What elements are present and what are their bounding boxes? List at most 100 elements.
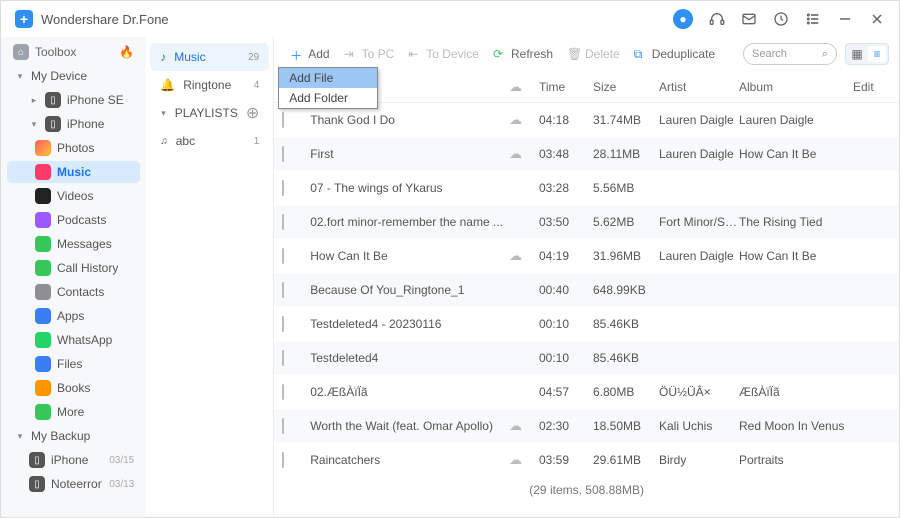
table-row[interactable]: Raincatchers☁03:5929.61MBBirdyPortraits <box>274 443 899 477</box>
table-row[interactable]: Testdeleted4 - 2023011600:1085.46KB <box>274 307 899 341</box>
category-label: Music <box>57 165 91 179</box>
sidebar-item-podcasts[interactable]: Podcasts <box>7 209 140 231</box>
toolbar: ＋ Add ⇥ To PC ⇤ To Device ⟳ Refresh 🗑 <box>274 37 899 71</box>
add-playlist-icon[interactable]: ⊕ <box>246 103 259 123</box>
tb-refresh-button[interactable]: ⟳ Refresh <box>487 44 559 64</box>
add-folder-menuitem[interactable]: Add Folder <box>279 88 377 108</box>
headset-icon[interactable] <box>709 11 725 27</box>
cell-album: Lauren Daigle <box>739 113 853 127</box>
view-toggle[interactable]: ▦ ≡ <box>845 43 889 65</box>
search-icon: ⌕ <box>822 48 828 61</box>
table-row[interactable]: Testdeleted400:1085.46KB <box>274 341 899 375</box>
tb-topc-button[interactable]: ⇥ To PC <box>338 44 401 64</box>
sidebar-item-music[interactable]: Music <box>7 161 140 183</box>
category-label: Podcasts <box>57 213 106 227</box>
sidebar-item-messages[interactable]: Messages <box>7 233 140 255</box>
sidebar-mybackup[interactable]: ▾ My Backup <box>7 425 140 447</box>
tb-todevice-label: To Device <box>426 47 479 61</box>
sidebar-device[interactable]: ▾▯iPhone <box>7 113 140 135</box>
tb-dedup-button[interactable]: ⧉ Deduplicate <box>628 44 721 64</box>
sidebar: ⌂ Toolbox 🔥 ▾ My Device ▸▯iPhone SE▾▯iPh… <box>1 37 146 517</box>
col-artist[interactable]: Artist <box>659 80 739 94</box>
row-checkbox[interactable] <box>282 350 284 366</box>
row-checkbox[interactable] <box>282 180 284 196</box>
sidebar-device[interactable]: ▸▯iPhone SE <box>7 89 140 111</box>
cell-artist: Lauren Daigle <box>659 147 739 161</box>
table-row[interactable]: 02.fort minor-remember the name ...03:50… <box>274 205 899 239</box>
add-file-menuitem[interactable]: Add File <box>279 68 377 88</box>
col-cloud-icon[interactable]: ☁ <box>509 79 539 95</box>
sidebar-backup-item[interactable]: ▯Noteerror03/13 <box>7 473 140 495</box>
close-button[interactable] <box>869 11 885 27</box>
sidebar-item-books[interactable]: Books <box>7 377 140 399</box>
cell-album: The Rising Tied <box>739 215 853 229</box>
midcol-ringtone[interactable]: 🔔 Ringtone 4 <box>150 71 269 99</box>
tb-add-button[interactable]: ＋ Add <box>284 44 335 64</box>
row-checkbox[interactable] <box>282 282 284 298</box>
col-time[interactable]: Time <box>539 80 593 94</box>
cell-album: Portraits <box>739 453 853 467</box>
trash-icon: 🗑 <box>567 47 581 61</box>
sidebar-item-contacts[interactable]: Contacts <box>7 281 140 303</box>
history-icon[interactable] <box>773 11 789 27</box>
row-checkbox[interactable] <box>282 418 284 434</box>
category-label: Files <box>57 357 82 371</box>
search-input[interactable]: Search ⌕ <box>743 43 837 65</box>
col-size[interactable]: Size <box>593 80 659 94</box>
cell-size: 85.46KB <box>593 317 659 331</box>
sidebar-backup-item[interactable]: ▯iPhone03/15 <box>7 449 140 471</box>
sidebar-item-call-history[interactable]: Call History <box>7 257 140 279</box>
row-checkbox[interactable] <box>282 316 284 332</box>
category-icon <box>35 380 51 396</box>
sidebar-item-files[interactable]: Files <box>7 353 140 375</box>
col-edit[interactable]: Edit <box>853 80 891 94</box>
table-row[interactable]: 07 - The wings of Ykarus03:285.56MB <box>274 171 899 205</box>
row-checkbox[interactable] <box>282 248 284 264</box>
sidebar-mydevice[interactable]: ▾ My Device <box>7 65 140 87</box>
user-icon[interactable]: ● <box>673 9 693 29</box>
sidebar-item-videos[interactable]: Videos <box>7 185 140 207</box>
category-icon <box>35 212 51 228</box>
midcol-music[interactable]: ♪ Music 29 <box>150 43 269 71</box>
sidebar-toolbox[interactable]: ⌂ Toolbox 🔥 <box>7 41 140 63</box>
cell-time: 02:30 <box>539 419 593 433</box>
minimize-button[interactable] <box>837 11 853 27</box>
row-checkbox[interactable] <box>282 452 284 468</box>
row-checkbox[interactable] <box>282 112 284 128</box>
table-row[interactable]: First☁03:4828.11MBLauren DaigleHow Can I… <box>274 137 899 171</box>
cell-size: 6.80MB <box>593 385 659 399</box>
midcol-playlists-header[interactable]: ▾ PLAYLISTS ⊕ <box>150 99 269 127</box>
toolbox-label: Toolbox <box>35 45 76 59</box>
tb-delete-button[interactable]: 🗑 Delete <box>561 44 626 64</box>
row-checkbox[interactable] <box>282 214 284 230</box>
add-icon: ＋ <box>290 47 304 61</box>
table-row[interactable]: How Can It Be☁04:1931.96MBLauren DaigleH… <box>274 239 899 273</box>
menu-list-icon[interactable] <box>805 11 821 27</box>
cell-artist: Lauren Daigle <box>659 113 739 127</box>
playlist-item[interactable]: ♫abc1 <box>150 127 269 155</box>
row-checkbox[interactable] <box>282 384 284 400</box>
sidebar-item-apps[interactable]: Apps <box>7 305 140 327</box>
category-label: Books <box>57 381 90 395</box>
refresh-icon: ⟳ <box>493 47 507 61</box>
table-row[interactable]: 02.ÆßÀïÏã04:576.80MBÖÜ½ÜÂ×ÆßÀïÏã <box>274 375 899 409</box>
category-column: ♪ Music 29 🔔 Ringtone 4 ▾ PLAYLISTS ⊕ ♫a… <box>146 37 274 517</box>
mail-icon[interactable] <box>741 11 757 27</box>
sidebar-item-whatsapp[interactable]: WhatsApp <box>7 329 140 351</box>
chevron-icon: ▸ <box>29 95 39 106</box>
grid-view-icon[interactable]: ▦ <box>848 46 866 62</box>
music-table: Name ☁ Time Size Artist Album Edit Thank… <box>274 71 899 517</box>
row-checkbox[interactable] <box>282 146 284 162</box>
music-icon: ♪ <box>160 50 166 64</box>
titlebar: + Wondershare Dr.Fone ● <box>1 1 899 37</box>
backup-date: 03/13 <box>109 479 134 490</box>
tb-todevice-button[interactable]: ⇤ To Device <box>402 44 485 64</box>
table-row[interactable]: Because Of You_Ringtone_100:40648.99KB <box>274 273 899 307</box>
table-row[interactable]: Worth the Wait (feat. Omar Apollo)☁02:30… <box>274 409 899 443</box>
sidebar-item-more[interactable]: More <box>7 401 140 423</box>
cloud-icon: ☁ <box>509 452 539 468</box>
list-view-icon[interactable]: ≡ <box>868 46 886 62</box>
cell-name: Testdeleted4 <box>310 351 509 365</box>
sidebar-item-photos[interactable]: Photos <box>7 137 140 159</box>
col-album[interactable]: Album <box>739 80 853 94</box>
